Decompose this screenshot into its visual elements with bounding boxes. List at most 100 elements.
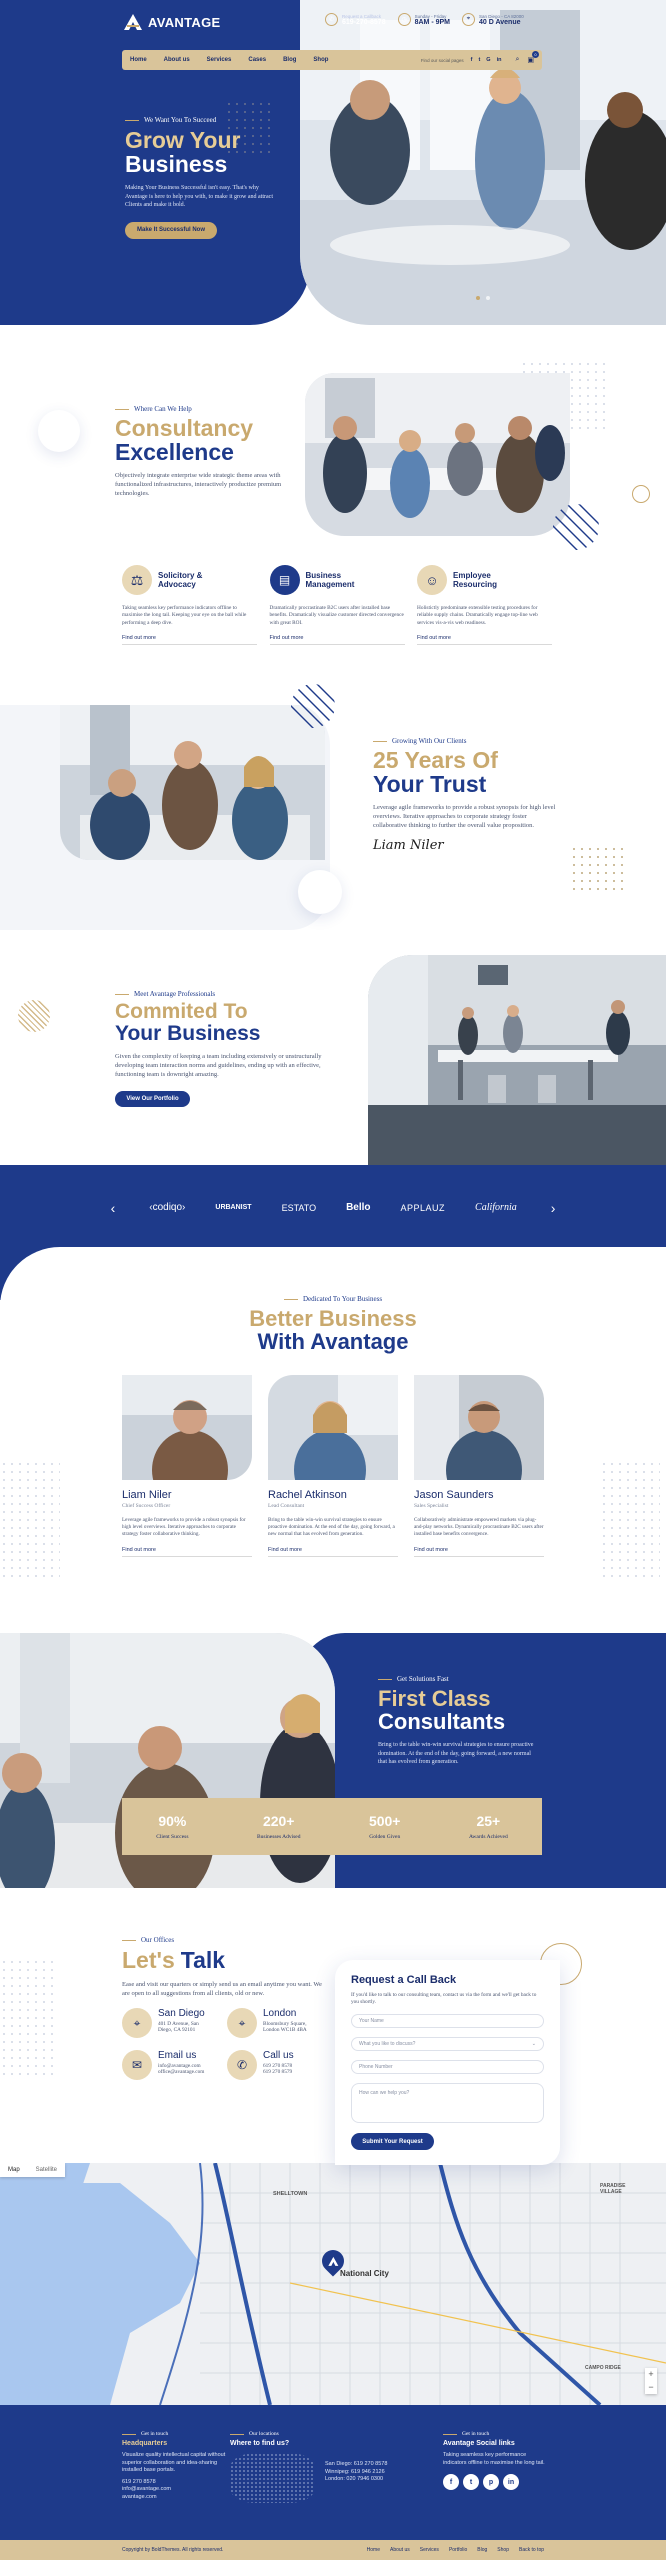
team-member-card: Rachel Atkinson Lead Consultant Bring to… — [268, 1375, 398, 1557]
twitter-icon[interactable]: t — [478, 57, 480, 63]
footer-office: Winnipeg: 619 946 2126 — [325, 2468, 385, 2475]
footer-link-about[interactable]: About us — [390, 2547, 410, 2553]
pinterest-icon[interactable]: p — [483, 2474, 499, 2490]
stripe-circle-decoration — [291, 684, 335, 728]
map-zoom-controls[interactable]: + − — [645, 2368, 657, 2394]
member-name: Liam Niler — [122, 1489, 172, 1501]
back-to-top-link[interactable]: Back to top — [519, 2547, 544, 2553]
twitter-icon[interactable]: t — [463, 2474, 479, 2490]
cart-icon[interactable]: ▣ 0 — [527, 51, 539, 64]
trust-content: Growing With Our Clients 25 Years Of You… — [373, 737, 558, 853]
services-row: ⚖ Solicitory & Advocacy Taking seamless k… — [122, 565, 552, 646]
stat-value: 90% — [158, 1813, 187, 1829]
footer-heading: Avantage Social links — [443, 2440, 515, 2447]
footer-link-home[interactable]: Home — [367, 2547, 380, 2553]
zoom-in-icon[interactable]: + — [645, 2368, 657, 2381]
service-link[interactable]: Find out more — [417, 635, 552, 646]
committed-section: Meet Avantage Professionals Commited To … — [0, 940, 666, 1165]
briefcase-icon: ▤ — [269, 565, 300, 595]
member-link[interactable]: Find out more — [122, 1547, 252, 1557]
committed-content: Meet Avantage Professionals Commited To … — [115, 990, 325, 1107]
member-text: Collaboratively administrate empowered m… — [414, 1517, 544, 1538]
stripe-circle-decoration — [18, 1000, 50, 1032]
hero-slider-dots[interactable] — [300, 296, 666, 300]
committed-title: Commited To Your Business — [115, 1000, 261, 1045]
topic-select[interactable]: What you like to discuss? ⌄ — [351, 2037, 544, 2052]
hero-photo — [300, 0, 666, 325]
office-item: ⌖ London Bloomsbury Square, London WC1B 4B… — [227, 2008, 322, 2038]
map-label: SHELLTOWN — [273, 2191, 308, 2197]
nav-item-blog[interactable]: Blog — [283, 57, 296, 63]
phone-field[interactable]: Phone Number — [351, 2060, 544, 2075]
topbar-label: San Diego - CA 82000 — [479, 13, 524, 19]
footer-website[interactable]: avantage.com — [122, 2494, 227, 2502]
topbar-callback[interactable]: ✆ Request a Callback 619-270-8578 — [325, 13, 386, 26]
member-link[interactable]: Find out more — [268, 1547, 398, 1557]
submit-request-button[interactable]: Submit Your Request — [351, 2133, 434, 2151]
office-title: San Diego — [158, 2008, 205, 2019]
footer-hq: Get in touch Headquarters Visualize qual… — [122, 2431, 227, 2501]
stat-value: 500+ — [368, 1813, 401, 1829]
stat-label: Golden Given — [369, 1834, 401, 1840]
topbar-contacts: ✆ Request a Callback 619-270-8578 ◷ Sunda… — [325, 13, 524, 26]
nav-item-cases[interactable]: Cases — [248, 57, 266, 63]
member-link[interactable]: Find out more — [414, 1547, 544, 1557]
service-link[interactable]: Find out more — [269, 635, 405, 646]
decor-ring — [632, 485, 650, 503]
hero-cta-button[interactable]: Make It Successful Now — [125, 221, 217, 239]
office-line: Diego, CA 92101 — [158, 2027, 196, 2033]
member-name: Rachel Atkinson — [268, 1489, 347, 1501]
map-tab[interactable]: Map — [0, 2163, 28, 2177]
service-card: ⚖ Solicitory & Advocacy Taking seamless k… — [122, 565, 257, 646]
map-label: PARADISE VILLAGE — [600, 2183, 626, 2195]
service-title: Employee Resourcing — [453, 571, 498, 589]
message-field[interactable]: How can we help you? — [351, 2083, 544, 2124]
name-field[interactable]: Your Name — [351, 2014, 544, 2029]
carousel-next-icon[interactable]: › — [551, 1200, 556, 1216]
search-icon[interactable]: ⌕ — [515, 56, 519, 64]
nav-item-services[interactable]: Services — [207, 57, 232, 63]
cart-count-badge: 0 — [532, 51, 539, 58]
decor-dots — [0, 1460, 60, 1580]
pin-icon: ⌖ — [227, 2008, 257, 2038]
trust-tag: Growing With Our Clients — [373, 737, 558, 745]
service-text: Holistictly predominate extensible testi… — [417, 605, 538, 626]
office-item[interactable]: ✆ Call us 619 270 8578 619 270 8579 — [227, 2050, 322, 2080]
google-icon[interactable]: G — [486, 57, 490, 63]
linkedin-icon[interactable]: in — [497, 57, 502, 63]
nav-item-shop[interactable]: Shop — [313, 57, 328, 63]
footer-link-portfolio[interactable]: Portfolio — [449, 2547, 467, 2553]
member-name: Jason Saunders — [414, 1489, 494, 1501]
footer-social: Get in touch Avantage Social links Takin… — [443, 2431, 548, 2490]
carousel-prev-icon[interactable]: ‹ — [111, 1200, 116, 1216]
brand-logo[interactable]: AVANTAGE — [123, 13, 220, 31]
footer-link-services[interactable]: Services — [420, 2547, 439, 2553]
service-link[interactable]: Find out more — [122, 635, 257, 646]
partner-logo: California — [475, 1202, 517, 1213]
consultancy-section: Where Can We Help Consultancy Excellence… — [0, 325, 666, 685]
footer-office-list: San Diego: 619 270 8578 Winnipeg: 619 94… — [325, 2461, 387, 2503]
footer-link-shop[interactable]: Shop — [497, 2547, 509, 2553]
nav-item-about[interactable]: About us — [164, 57, 190, 63]
office-item[interactable]: ✉ Email us info@avantage.com office@avanta… — [122, 2050, 217, 2080]
firstclass-tag: Get Solutions Fast — [378, 1675, 598, 1683]
map-canvas[interactable] — [0, 2163, 666, 2405]
footer-phone[interactable]: 619 270 8578 — [122, 2479, 227, 2487]
footer-email[interactable]: info@avantage.com — [122, 2486, 227, 2494]
member-photo — [268, 1375, 398, 1480]
hero-content: We Want You To Succeed Grow Your Busines… — [125, 116, 275, 239]
service-title: Solicitory & Advocacy — [158, 571, 203, 589]
zoom-out-icon[interactable]: − — [645, 2381, 657, 2394]
footer-link-blog[interactable]: Blog — [477, 2547, 487, 2553]
office-line: 619 270 8579 — [263, 2069, 293, 2075]
offices-title: Let's Talk — [122, 1947, 226, 1973]
portfolio-button[interactable]: View Our Portfolio — [115, 1091, 190, 1107]
stat-item: 90% Client Success — [156, 1813, 188, 1840]
satellite-tab[interactable]: Satellite — [28, 2163, 65, 2177]
office-line: London WC1B 4BA — [263, 2027, 307, 2033]
topbar-address[interactable]: ⌖ San Diego - CA 82000 40 D Avenue — [462, 13, 524, 26]
facebook-icon[interactable]: f — [471, 57, 473, 63]
linkedin-icon[interactable]: in — [503, 2474, 519, 2490]
facebook-icon[interactable]: f — [443, 2474, 459, 2490]
nav-item-home[interactable]: Home — [130, 57, 147, 63]
